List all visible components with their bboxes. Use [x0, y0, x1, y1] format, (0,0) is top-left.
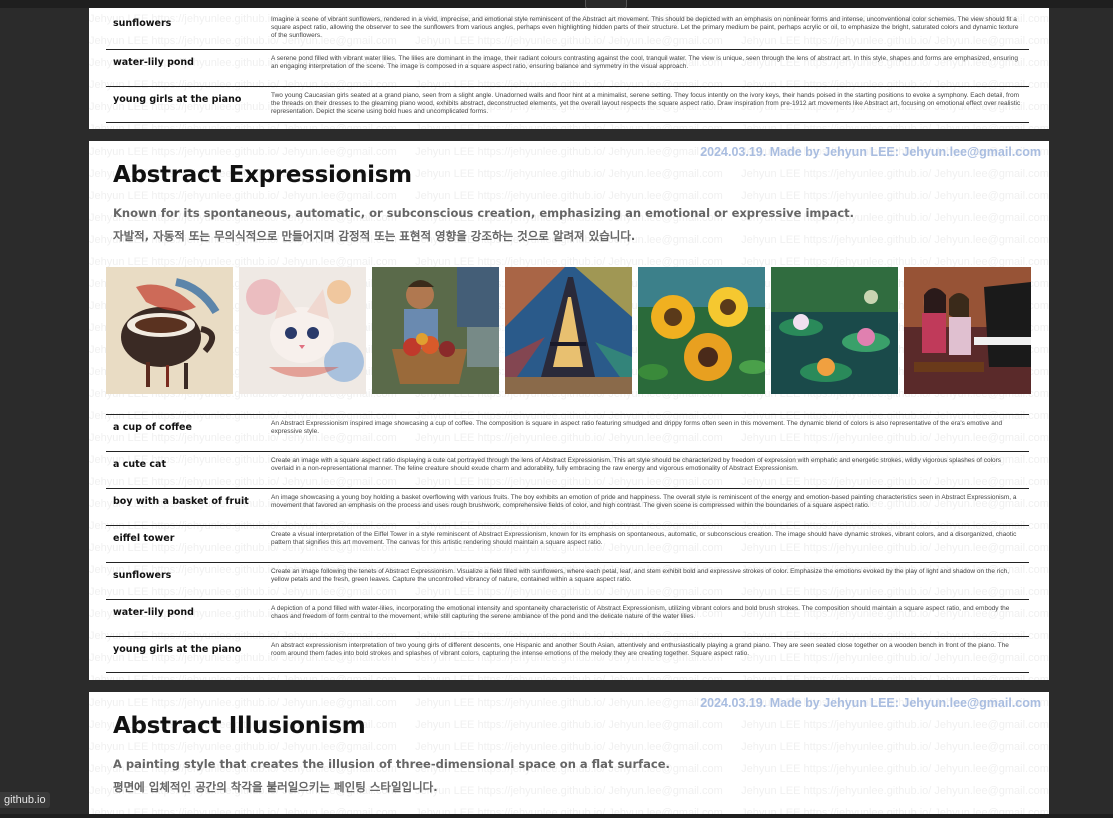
table-row: sunflowers Imagine a scene of vibrant su… [106, 11, 1029, 49]
sunflowers-image[interactable] [638, 267, 765, 394]
row-name: sunflowers [113, 18, 172, 29]
row-name: a cute cat [113, 459, 166, 470]
made-by-credit: 2024.03.19. Made by Jehyun LEE: Jehyun.l… [700, 145, 1041, 159]
row-prompt: Create an image following the tenets of … [271, 568, 1010, 583]
table-row: young girls at the piano Two young Cauca… [106, 86, 1029, 123]
row-prompt: A serene pond filled with vibrant water … [271, 55, 1018, 70]
section-description-ko: 자발적, 자동적 또는 무의식적으로 만들어지며 감정적 또는 표현적 영향을 … [113, 229, 636, 243]
table-row: a cup of coffee An Abstract Expressionis… [106, 414, 1029, 451]
table-row: water-lily pond A depiction of a pond fi… [106, 599, 1029, 636]
row-name: young girls at the piano [113, 94, 242, 105]
watermark-bg: Jehyun LEE https://jehyunlee.github.io/ … [89, 697, 1049, 814]
table-row: young girls at the piano An abstract exp… [106, 636, 1029, 673]
row-name: eiffel tower [113, 533, 175, 544]
row-name: young girls at the piano [113, 644, 242, 655]
made-by-credit: 2024.03.19. Made by Jehyun LEE: Jehyun.l… [700, 696, 1041, 710]
thumbnail-strip [106, 267, 1031, 394]
coffee-cup-image[interactable] [106, 267, 233, 394]
table-row: eiffel tower Create a visual interpretat… [106, 525, 1029, 562]
water-lily-pond-image[interactable] [771, 267, 898, 394]
table-row: a cute cat Create an image with a square… [106, 451, 1029, 488]
row-name: a cup of coffee [113, 422, 192, 433]
row-prompt: Create a visual interpretation of the Ei… [271, 531, 1017, 546]
section-description-en: Known for its spontaneous, automatic, or… [113, 206, 855, 220]
row-name: water-lily pond [113, 607, 194, 618]
row-prompt: Two young Caucasian girls seated at a gr… [271, 92, 1021, 115]
row-prompt: An image showcasing a young boy holding … [271, 494, 1017, 509]
row-prompt: Create an image with a square aspect rat… [271, 457, 1002, 472]
table-row: sunflowers Create an image following the… [106, 562, 1029, 599]
section-title: Abstract Illusionism [113, 713, 366, 739]
prev-rows: sunflowers Imagine a scene of vibrant su… [106, 11, 1029, 123]
table-row: water-lily pond A serene pond filled wit… [106, 49, 1029, 86]
row-name: sunflowers [113, 570, 172, 581]
section-description-en: A painting style that creates the illusi… [113, 757, 670, 771]
prompt-table: a cup of coffee An Abstract Expressionis… [106, 414, 1029, 673]
row-name: water-lily pond [113, 57, 194, 68]
prev-section-card: Jehyun LEE https://jehyunlee.github.io/ … [89, 8, 1049, 129]
cute-cat-image[interactable] [239, 267, 366, 394]
browser-top-strip [0, 0, 1113, 9]
section-title: Abstract Expressionism [113, 162, 412, 188]
abstract-expressionism-card: Jehyun LEE https://jehyunlee.github.io/ … [89, 141, 1049, 680]
row-name: boy with a basket of fruit [113, 496, 249, 507]
boy-fruit-basket-image[interactable] [372, 267, 499, 394]
section-description-ko: 평면에 입체적인 공간의 착각을 불러일으키는 페인팅 스타일입니다. [113, 780, 438, 794]
table-row: boy with a basket of fruit An image show… [106, 488, 1029, 525]
row-prompt: Imagine a scene of vibrant sunflowers, r… [271, 16, 1019, 39]
status-url-tooltip: github.io [0, 792, 50, 808]
eiffel-tower-image[interactable] [505, 267, 632, 394]
girls-at-piano-image[interactable] [904, 267, 1031, 394]
bottom-strip [0, 814, 1113, 818]
abstract-illusionism-card: Jehyun LEE https://jehyunlee.github.io/ … [89, 692, 1049, 814]
row-prompt: An abstract expressionism interpretation… [271, 642, 1009, 657]
row-prompt: A depiction of a pond filled with water-… [271, 605, 1010, 620]
row-prompt: An Abstract Expressionism inspired image… [271, 420, 1003, 435]
